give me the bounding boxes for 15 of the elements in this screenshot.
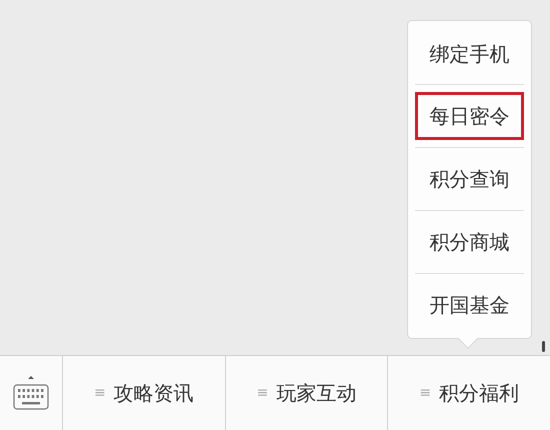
menu-lines-icon: ≡: [94, 382, 106, 404]
menu-tab[interactable]: ≡ 玩家互动: [226, 356, 388, 430]
tab-label: 玩家互动: [276, 380, 356, 407]
menu-item[interactable]: 积分查询: [415, 155, 524, 203]
tab-label: 积分福利: [439, 380, 520, 407]
tab-label: 攻略资讯: [114, 380, 194, 407]
scroll-indicator: [542, 341, 545, 352]
menu-tab[interactable]: ≡ 攻略资讯: [63, 356, 226, 430]
menu-item[interactable]: 开国基金: [415, 281, 524, 329]
menu-tab[interactable]: ≡ 积分福利: [388, 356, 550, 430]
menu-item[interactable]: 绑定手机: [415, 30, 524, 78]
menu-lines-icon: ≡: [419, 382, 432, 404]
menu-lines-icon: ≡: [256, 382, 268, 404]
menu-item[interactable]: 积分商城: [415, 218, 524, 266]
menu-item[interactable]: 每日密令: [415, 92, 524, 140]
